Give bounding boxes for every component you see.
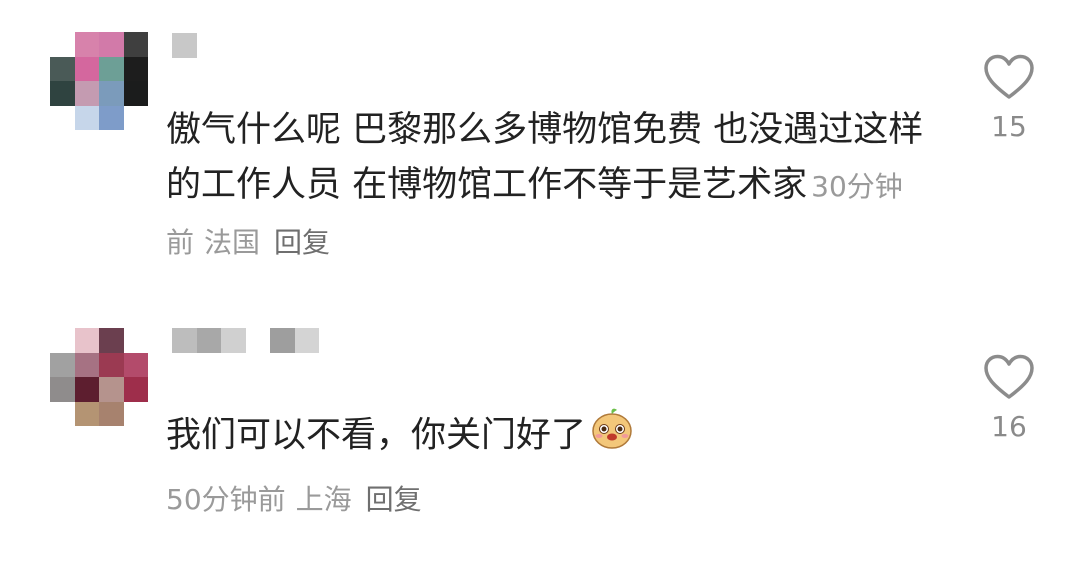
avatar-pixel [74, 105, 99, 130]
heart-icon [984, 354, 1034, 399]
username-pixel [245, 328, 270, 353]
smile-sticker-icon [590, 406, 634, 467]
reply-button[interactable]: 回复 [274, 226, 330, 259]
avatar-pixel [123, 81, 148, 106]
avatar-pixel [50, 352, 75, 377]
avatar[interactable] [50, 328, 148, 426]
avatar-pixel [50, 81, 75, 106]
avatar-pixel [74, 328, 99, 353]
like-button[interactable]: 16 [978, 354, 1040, 443]
avatar-pixel [99, 377, 124, 402]
comment-body: 我们可以不看，你关门好了 [166, 415, 587, 456]
avatar-pixel [74, 32, 99, 57]
avatar-pixel [74, 401, 99, 426]
username-pixel [172, 328, 197, 353]
avatar-pixel [50, 328, 75, 353]
avatar-pixel [99, 352, 124, 377]
avatar-pixel [99, 81, 124, 106]
heart-icon [984, 54, 1034, 99]
avatar-pixel [99, 32, 124, 57]
username-pixel [172, 33, 197, 58]
avatar-pixel [50, 32, 75, 57]
comment-location: 上海 [295, 483, 352, 516]
avatar-pixel [74, 81, 99, 106]
avatar-pixel [50, 377, 75, 402]
avatar-pixel [74, 352, 99, 377]
avatar-pixel [99, 401, 124, 426]
username-pixel [270, 328, 295, 353]
avatar-pixel [123, 401, 148, 426]
avatar-pixel [123, 352, 148, 377]
reply-button[interactable]: 回复 [366, 483, 422, 516]
avatar-pixel [99, 56, 124, 81]
avatar-pixel [123, 105, 148, 130]
username-pixel [221, 328, 246, 353]
username[interactable] [172, 328, 319, 353]
avatar-pixel [123, 32, 148, 57]
avatar-pixel [50, 56, 75, 81]
avatar-pixel [123, 56, 148, 81]
comment-location: 法国 [204, 226, 261, 259]
avatar-pixel [50, 401, 75, 426]
avatar-pixel [74, 56, 99, 81]
comment-text: 傲气什么呢 巴黎那么多博物馆免费 也没遇过这样的工作人员 在博物馆工作不等于是艺… [166, 103, 926, 270]
avatar-pixel [99, 328, 124, 353]
avatar-pixel [99, 105, 124, 130]
username-pixel [294, 328, 319, 353]
comment-meta: 50分钟前 上海 回复 [166, 478, 422, 518]
avatar-pixel [123, 328, 148, 353]
like-count: 15 [991, 110, 1027, 143]
avatar-pixel [123, 377, 148, 402]
username-pixel [196, 328, 221, 353]
avatar-pixel [74, 377, 99, 402]
like-count: 16 [991, 410, 1027, 443]
comment-body: 傲气什么呢 巴黎那么多博物馆免费 也没遇过这样的工作人员 在博物馆工作不等于是艺… [166, 110, 924, 205]
avatar[interactable] [50, 32, 148, 130]
comment-text: 我们可以不看，你关门好了 [166, 406, 926, 467]
like-button[interactable]: 15 [978, 54, 1040, 143]
avatar-pixel [50, 105, 75, 130]
comment-time: 50分钟前 [166, 483, 286, 516]
username[interactable] [172, 33, 197, 58]
